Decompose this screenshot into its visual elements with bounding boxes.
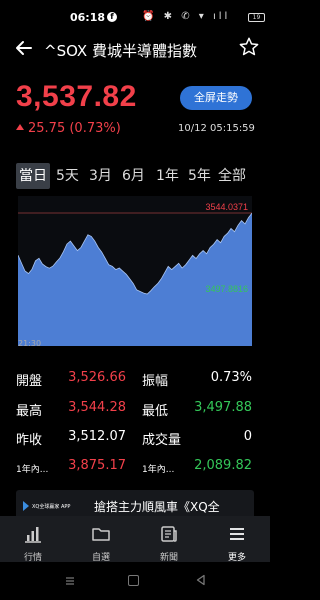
year-low-value: 2,089.82 (194, 458, 252, 473)
tab-all[interactable]: 全部 (218, 163, 246, 189)
year-high-label: 1年內... (16, 465, 49, 475)
system-back-icon[interactable] (195, 574, 207, 586)
price-change-value: 25.75 (0.73%) (28, 121, 121, 136)
tab-6m[interactable]: 6月 (122, 163, 145, 189)
newspaper-icon (161, 526, 177, 542)
home-icon[interactable] (128, 575, 139, 586)
page-title: ^SOX 費城半導體指數 (44, 42, 197, 60)
amplitude-value: 0.73% (210, 370, 252, 385)
high-value: 3,544.28 (68, 400, 126, 415)
battery-icon: 19 (248, 13, 265, 22)
stats-row: 開盤 3,526.66 振幅 0.73% (16, 370, 256, 394)
ad-headline: 搶搭主力順風車《XQ全 (94, 500, 220, 514)
up-triangle-icon (16, 124, 24, 130)
nav-watchlist[interactable]: 自選 (76, 522, 126, 563)
status-icons: ⏰ ✱ ✆ ▾ ıll (142, 11, 231, 22)
status-bar: 06:18 f ⏰ ✱ ✆ ▾ ıll 19 (0, 0, 270, 34)
recent-apps-icon[interactable] (65, 576, 75, 586)
ad-logo: XQ全球贏家 APP (23, 501, 70, 511)
high-label: 最高 (16, 404, 43, 419)
folder-icon (92, 528, 110, 541)
intraday-chart[interactable]: 3544.0371 3497.8816 (18, 196, 252, 346)
system-nav-bar (0, 562, 270, 600)
low-value: 3,497.88 (194, 400, 252, 415)
stats-row: 昨收 3,512.07 成交量 0 (16, 429, 256, 453)
tab-3m[interactable]: 3月 (89, 163, 112, 189)
volume-value: 0 (243, 429, 252, 444)
star-icon[interactable] (238, 36, 260, 58)
facebook-icon: f (107, 12, 117, 22)
chart-canvas: 3544.0371 3497.8816 (18, 196, 252, 346)
chart-high-label: 3544.0371 (205, 202, 248, 212)
stats-row: 最高 3,544.28 最低 3,497.88 (16, 400, 256, 424)
current-price: 3,537.82 (16, 80, 137, 113)
year-high-value: 3,875.17 (68, 458, 126, 473)
quote-datetime: 10/12 05:15:59 (178, 123, 255, 134)
status-time: 06:18 (70, 11, 106, 24)
ad-logo-text: XQ全球贏家 APP (32, 503, 70, 510)
tab-5y[interactable]: 5年 (188, 163, 211, 189)
low-label: 最低 (142, 404, 169, 419)
volume-label: 成交量 (142, 433, 182, 448)
chart-low-label: 3497.8816 (205, 284, 248, 294)
fullscreen-chart-button[interactable]: 全屏走勢 (180, 86, 252, 110)
chart-x-tick: 21:30 (18, 339, 42, 348)
tab-1y[interactable]: 1年 (156, 163, 179, 189)
open-label: 開盤 (16, 374, 43, 389)
menu-icon (230, 528, 244, 540)
chart-bars-icon (25, 527, 41, 543)
prev-close-label: 昨收 (16, 433, 43, 448)
amplitude-label: 振幅 (142, 374, 169, 389)
price-change: 25.75 (0.73%) (16, 121, 121, 136)
tab-5d[interactable]: 5天 (56, 163, 79, 189)
stats-row: 1年內... 3,875.17 1年內... 2,089.82 (16, 458, 256, 482)
nav-news[interactable]: 新聞 (144, 522, 194, 563)
header: ^SOX 費城半導體指數 (0, 36, 270, 64)
arrow-left-icon[interactable] (14, 38, 34, 58)
bottom-nav: 行情 自選 新聞 更多 (0, 516, 270, 563)
open-value: 3,526.66 (68, 370, 126, 385)
tab-intraday[interactable]: 當日 (16, 163, 50, 189)
year-low-label: 1年內... (142, 465, 175, 475)
nav-quotes[interactable]: 行情 (8, 522, 58, 563)
nav-more[interactable]: 更多 (212, 522, 262, 563)
prev-close-value: 3,512.07 (68, 429, 126, 444)
